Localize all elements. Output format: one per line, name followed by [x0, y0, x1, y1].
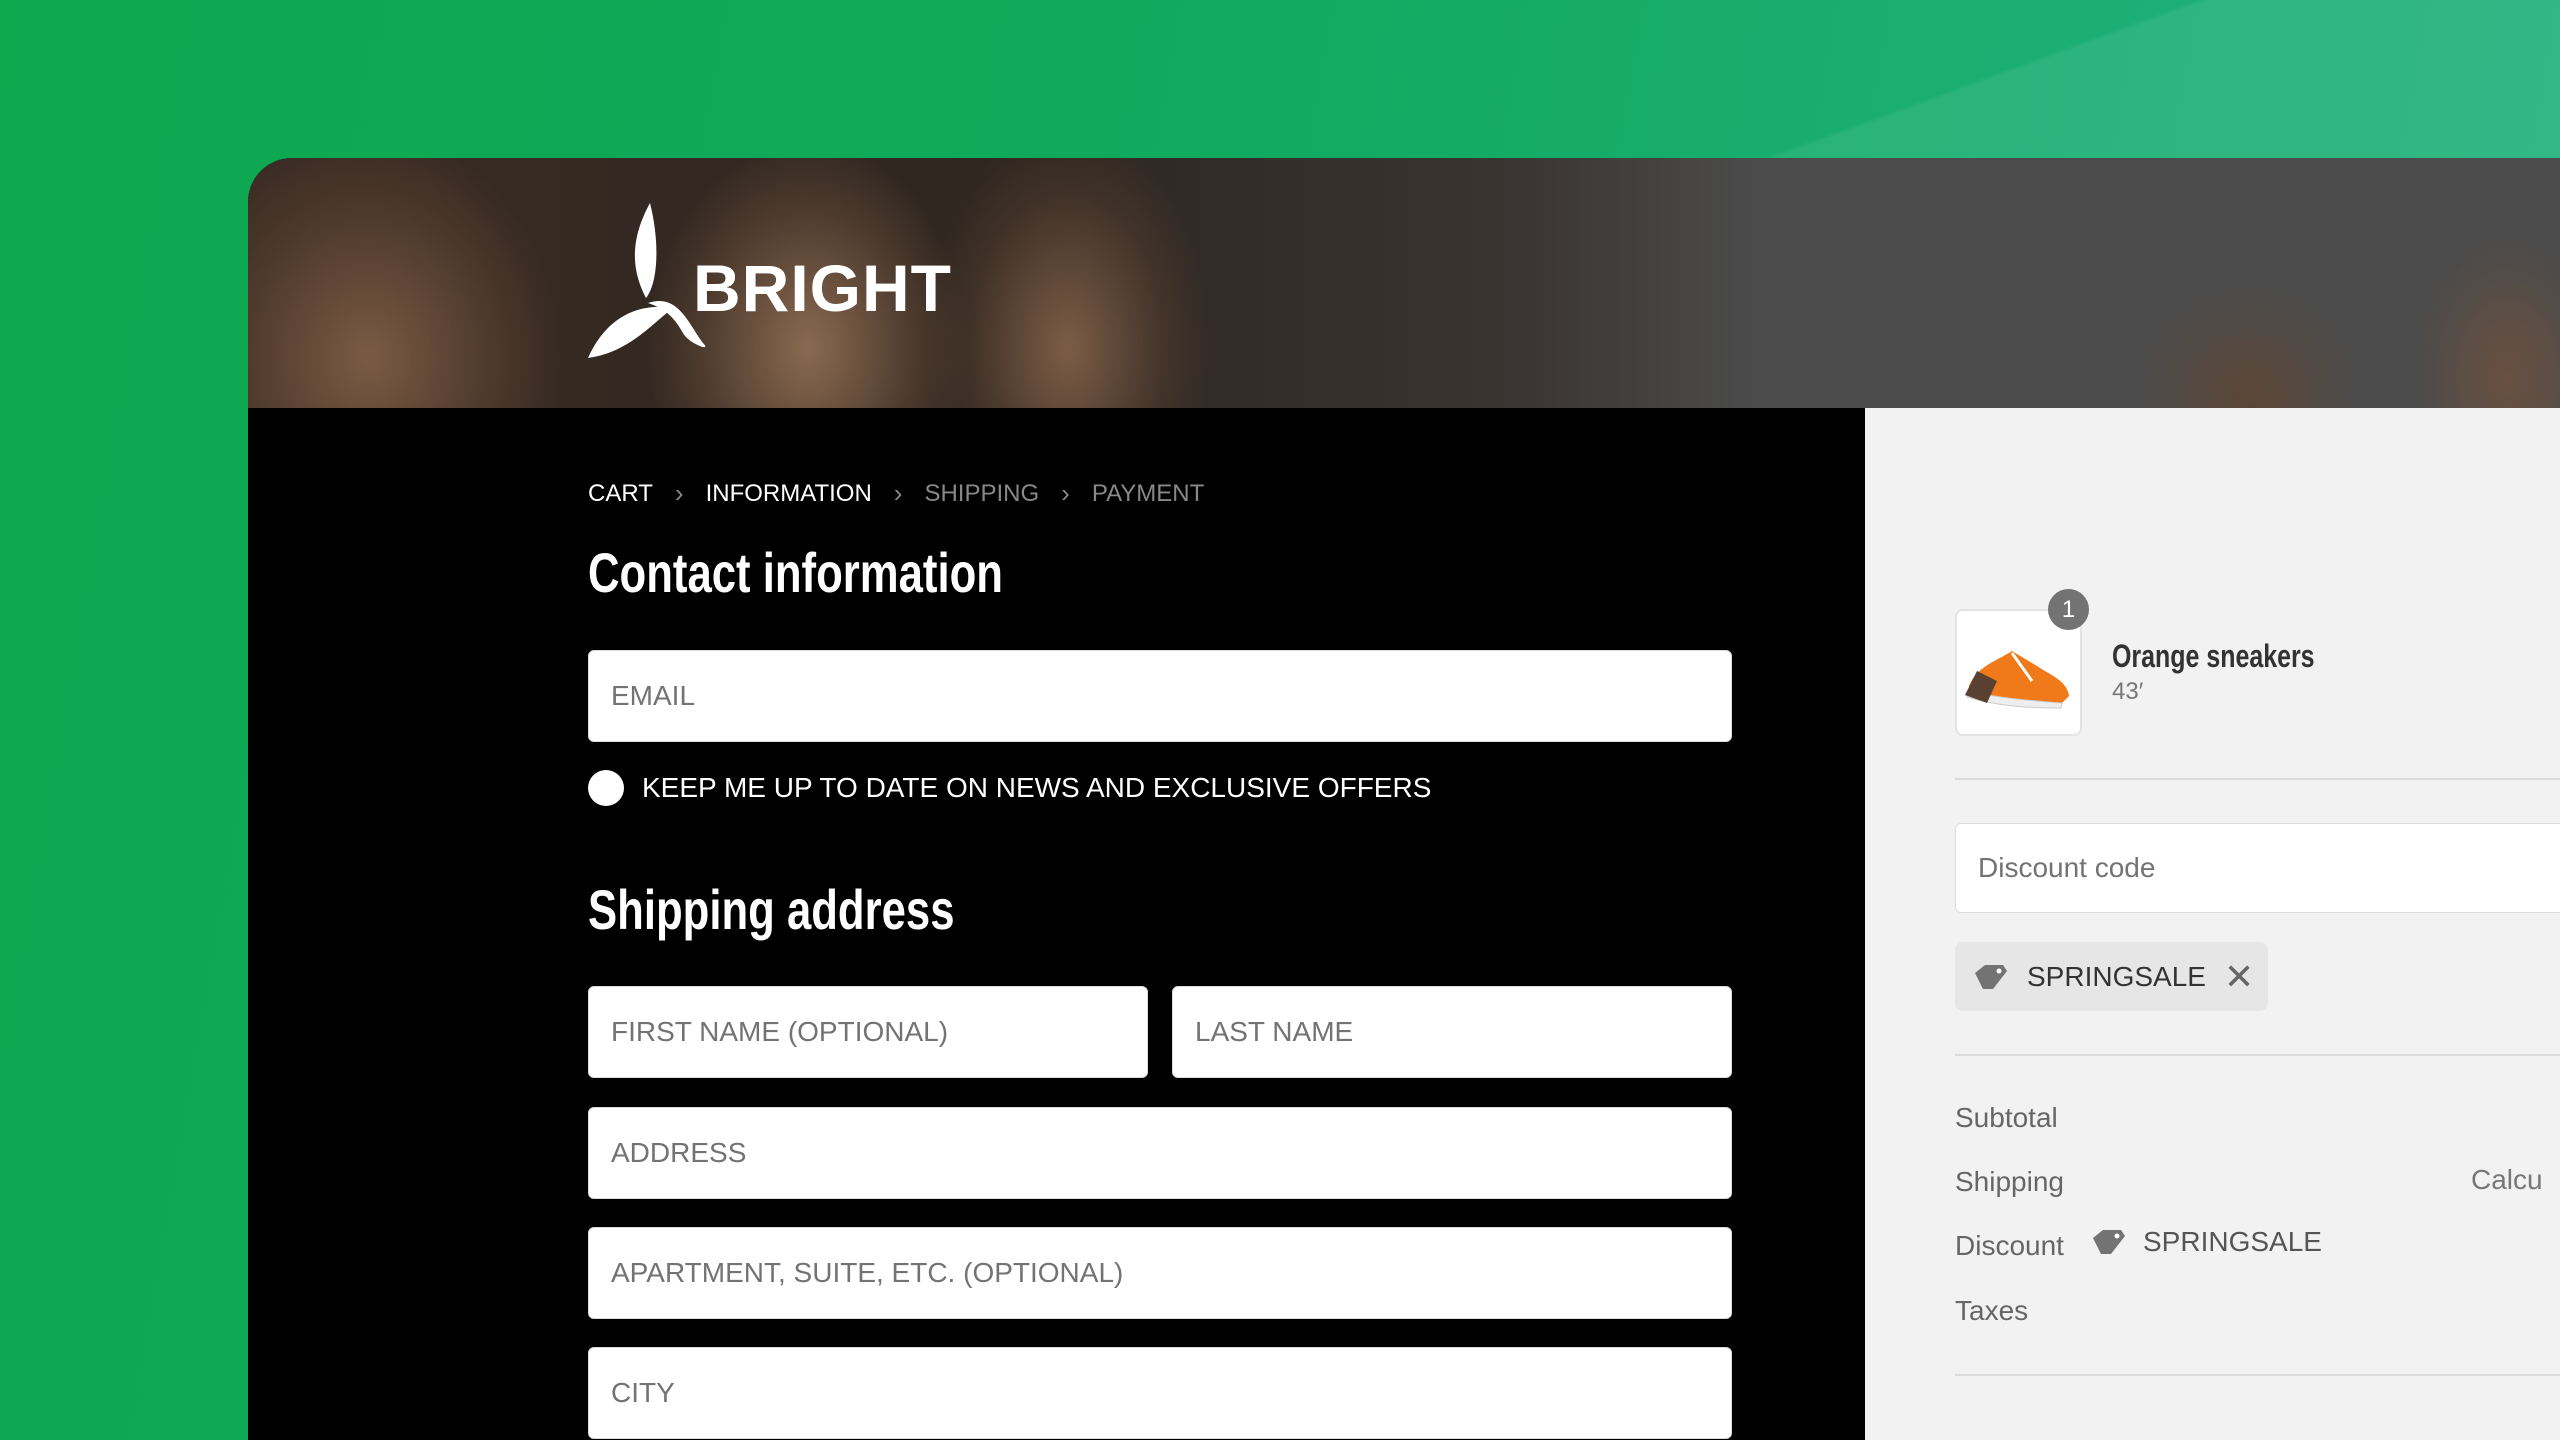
sneaker-icon: [1965, 651, 2069, 709]
contact-title: Contact information: [588, 541, 1003, 604]
last-name-input[interactable]: LAST NAME: [1172, 986, 1732, 1078]
shipping-value: Calcu: [2471, 1164, 2543, 1195]
address-input[interactable]: ADDRESS: [588, 1107, 1732, 1199]
chevron-right-icon: ›: [1061, 478, 1070, 508]
brand-name: BRIGHT: [693, 251, 952, 325]
product-variant: 43′: [2112, 678, 2144, 705]
applied-discount-chip: SPRINGSALE ✕: [1955, 942, 2268, 1011]
breadcrumb-cart[interactable]: CART: [588, 480, 653, 508]
chevron-right-icon: ›: [674, 478, 684, 508]
email-input[interactable]: EMAIL: [588, 650, 1732, 742]
remove-discount-close-icon[interactable]: ✕: [2224, 956, 2254, 998]
breadcrumb: CART › INFORMATION › SHIPPING › PAYMENT: [588, 478, 1204, 509]
discount-code-text: SPRINGSALE: [2143, 1226, 2322, 1257]
breadcrumb-shipping: SHIPPING: [924, 479, 1040, 507]
checkbox-circle[interactable]: [588, 770, 624, 806]
shipping-title: Shipping address: [588, 878, 955, 941]
quantity-badge: 1: [2048, 589, 2089, 630]
discount-row-code: SPRINGSALE: [2091, 1226, 2322, 1258]
city-input[interactable]: CITY: [588, 1347, 1732, 1439]
newsletter-label: KEEP ME UP TO DATE ON NEWS AND EXCLUSIVE…: [642, 772, 1432, 803]
breadcrumb-information: INFORMATION: [705, 479, 872, 507]
divider: [1955, 778, 2560, 780]
product-name: Orange sneakers: [2112, 638, 2315, 674]
subtotal-label: Subtotal: [1955, 1102, 2058, 1133]
newsletter-checkbox[interactable]: KEEP ME UP TO DATE ON NEWS AND EXCLUSIVE…: [588, 770, 1431, 806]
applied-discount-code: SPRINGSALE: [2027, 960, 2206, 992]
divider: [1955, 1374, 2560, 1376]
background-facet: [1660, 0, 2560, 160]
checkout-window: BRIGHT CART › INFORMATION › SHIPPING › P…: [248, 158, 2560, 1440]
tag-icon: [1975, 964, 2007, 989]
shipping-label: Shipping: [1955, 1166, 2064, 1197]
order-summary-panel: 1 Orange sneakers 43′ Discount code SPRI…: [1865, 408, 2560, 1440]
checkout-form-panel: CART › INFORMATION › SHIPPING › PAYMENT …: [248, 408, 1865, 1440]
taxes-label: Taxes: [1955, 1295, 2029, 1326]
tag-icon: [2093, 1230, 2125, 1254]
apartment-input[interactable]: APARTMENT, SUITE, ETC. (OPTIONAL): [588, 1227, 1732, 1319]
first-name-input[interactable]: FIRST NAME (OPTIONAL): [588, 986, 1148, 1078]
breadcrumb-payment: PAYMENT: [1091, 479, 1205, 507]
header-banner: BRIGHT: [248, 158, 2560, 408]
chevron-right-icon: ›: [893, 478, 903, 508]
divider: [1955, 1054, 2560, 1056]
discount-label: Discount: [1955, 1230, 2064, 1261]
discount-code-input[interactable]: Discount code: [1955, 823, 2560, 913]
